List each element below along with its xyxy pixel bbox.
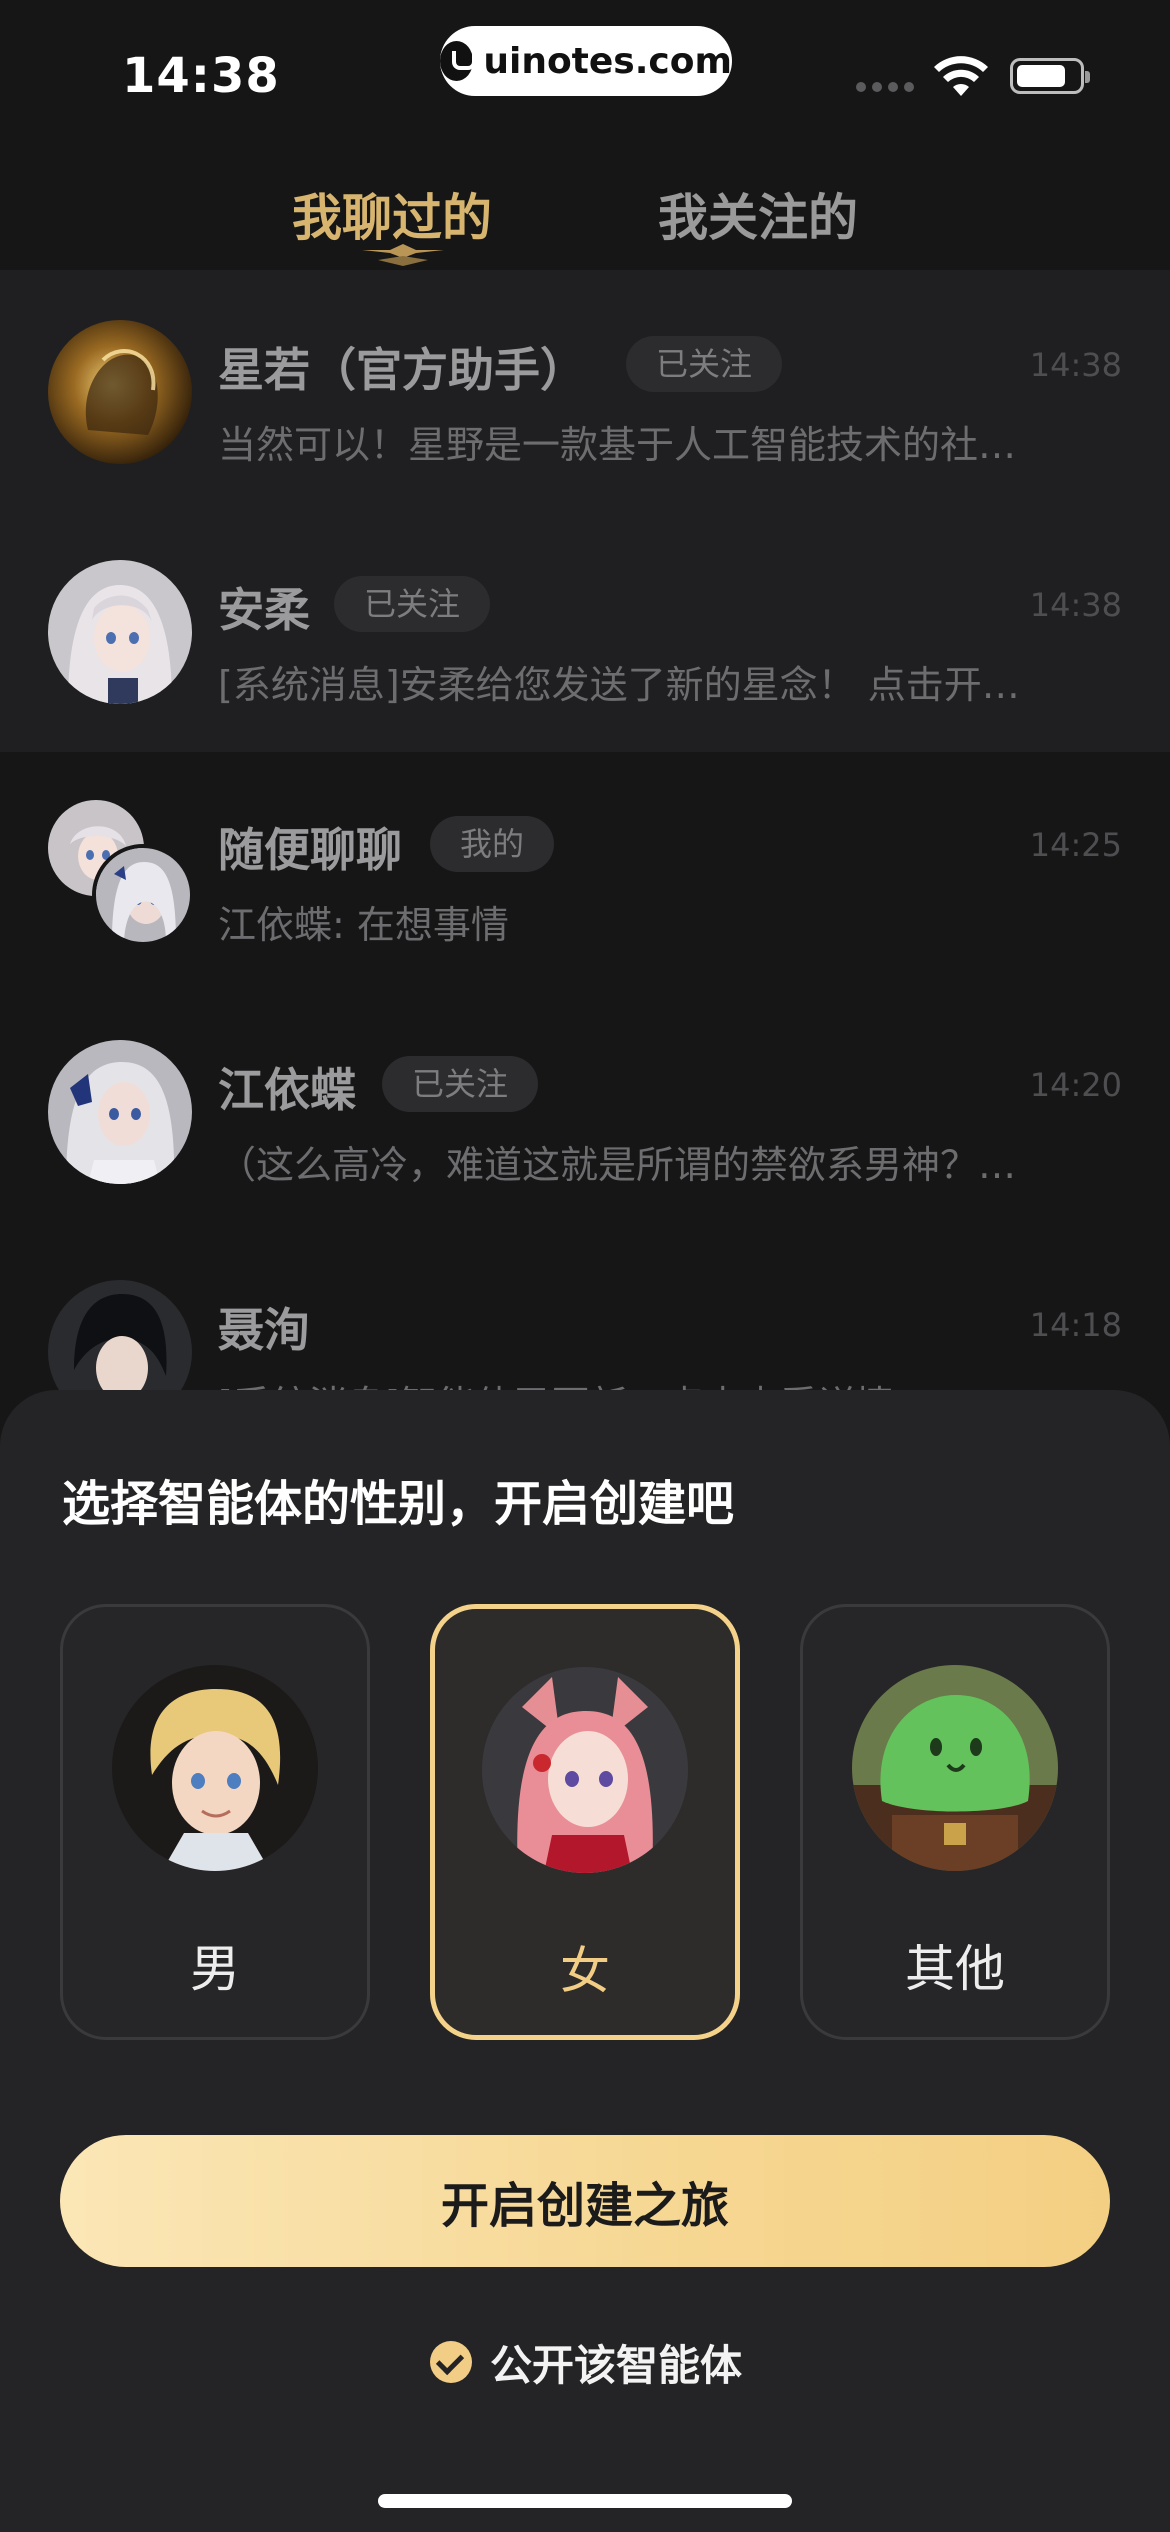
gender-option-male[interactable]: 男 (60, 1604, 370, 2040)
status-bar: 14:38 uinotes.com (0, 0, 1170, 130)
chat-time: 14:20 (1029, 1066, 1122, 1104)
chat-time: 14:38 (1029, 346, 1122, 384)
chat-time: 14:18 (1029, 1306, 1122, 1344)
chat-item-jiangyidie[interactable]: 江依蝶 已关注 14:20 （这么高冷，难道这就是所谓的禁欲系男神？… (0, 990, 1170, 1230)
avatar (48, 1040, 192, 1184)
tab-bar: 我聊过的 我关注的 (0, 160, 1170, 270)
gender-label: 其他 (905, 1940, 1005, 1998)
signal-icon (856, 82, 916, 92)
other-avatar (852, 1665, 1058, 1871)
chat-time: 14:38 (1029, 586, 1122, 624)
tab-chatted[interactable]: 我聊过的 (292, 178, 492, 250)
tab-indicator-icon (362, 244, 444, 266)
avatar (48, 320, 192, 464)
watermark-text: uinotes.com (483, 40, 732, 82)
chat-name: 随便聊聊 (218, 823, 402, 877)
follow-badge: 已关注 (626, 336, 783, 392)
gender-label: 男 (190, 1940, 240, 1998)
watermark-pill: uinotes.com (440, 26, 732, 96)
chat-item-anrou[interactable]: 安柔 已关注 14:38 [系统消息]安柔给您发送了新的星念！ 点击开… (0, 510, 1170, 750)
watermark-logo-icon (440, 41, 477, 81)
chat-item-xingruo[interactable]: 星若（官方助手） 已关注 14:38 当然可以！星野是一款基于人工智能技术的社… (0, 270, 1170, 510)
avatar (48, 560, 192, 704)
battery-icon (1010, 58, 1090, 94)
sheet-title: 选择智能体的性别，开启创建吧 (62, 1476, 735, 1532)
chat-name: 聂洵 (218, 1303, 310, 1357)
status-time: 14:38 (122, 48, 280, 104)
mine-badge: 我的 (430, 816, 555, 872)
tab-following[interactable]: 我关注的 (658, 178, 858, 250)
chat-name: 星若（官方助手） (218, 343, 586, 397)
gender-option-female[interactable]: 女 (430, 1604, 740, 2040)
chat-name: 江依蝶 (218, 1063, 356, 1117)
female-avatar (482, 1667, 688, 1873)
chat-time: 14:25 (1029, 826, 1122, 864)
chat-name: 安柔 (218, 583, 310, 637)
chat-preview: [系统消息]安柔给您发送了新的星念！ 点击开… (218, 663, 1020, 707)
follow-badge: 已关注 (382, 1056, 539, 1112)
create-agent-sheet: 选择智能体的性别，开启创建吧 男 女 其他 开启创建之旅 公开该智能体 (0, 1390, 1170, 2532)
chat-preview: （这么高冷，难道这就是所谓的禁欲系男神？… (218, 1143, 1017, 1187)
chat-preview: 当然可以！星野是一款基于人工智能技术的社… (218, 423, 1017, 467)
checkmark-icon[interactable] (430, 2341, 472, 2383)
chat-preview: 江依蝶: 在想事情 (218, 903, 509, 947)
gender-label: 女 (560, 1942, 610, 2000)
gender-option-other[interactable]: 其他 (800, 1604, 1110, 2040)
home-indicator (378, 2494, 792, 2508)
chat-item-group[interactable]: 随便聊聊 我的 14:25 江依蝶: 在想事情 (0, 750, 1170, 990)
public-agent-toggle[interactable]: 公开该智能体 (430, 2330, 742, 2394)
wifi-icon (934, 56, 988, 96)
follow-badge: 已关注 (334, 576, 491, 632)
group-avatar (48, 800, 198, 950)
start-creation-button[interactable]: 开启创建之旅 (60, 2135, 1110, 2267)
group-member-avatar (92, 844, 194, 946)
male-avatar (112, 1665, 318, 1871)
public-agent-label: 公开该智能体 (490, 2340, 743, 2390)
